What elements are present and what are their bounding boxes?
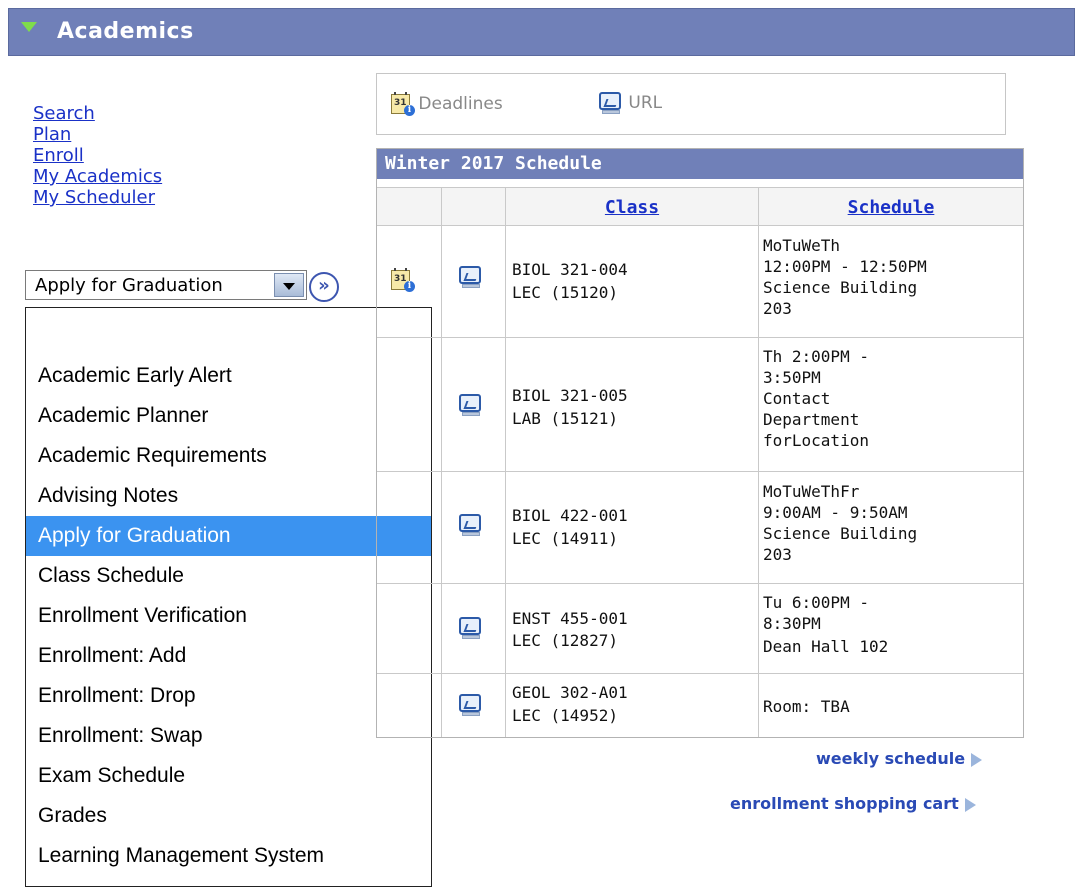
nav-link-my-scheduler[interactable]: My Scheduler [33, 187, 162, 208]
nav-link-plan[interactable]: Plan [33, 124, 162, 145]
chevron-down-icon[interactable] [274, 273, 304, 297]
class-name: BIOL 422-001 [512, 506, 628, 525]
class-section: LEC (15120) [512, 283, 618, 302]
schedule-line: Science Building [763, 278, 918, 297]
arrow-right-icon [964, 797, 976, 812]
schedule-line: Contact [763, 389, 831, 408]
section-title: Academics [57, 19, 194, 44]
deadlines-button[interactable]: i Deadlines [391, 92, 503, 116]
shopping-cart-link[interactable]: enrollment shopping cart [730, 794, 976, 813]
schedule-line: Department [763, 410, 860, 429]
computer-monitor-icon[interactable] [459, 266, 483, 288]
table-row: BIOL 321-005 LAB (15121) Th 2:00PM - 3:5… [377, 337, 1023, 471]
dropdown-option[interactable]: Enrollment Verification [26, 596, 431, 636]
nav-link-enroll[interactable]: Enroll [33, 145, 162, 166]
collapse-triangle-icon[interactable] [21, 22, 37, 32]
class-name: BIOL 321-005 [512, 386, 628, 405]
academics-header[interactable]: Academics [8, 8, 1075, 56]
nav-link-my-academics[interactable]: My Academics [33, 166, 162, 187]
class-name: GEOL 302-A01 [512, 683, 628, 702]
class-column-header[interactable]: Class [605, 197, 659, 218]
schedule-line: MoTuWeThFr [763, 482, 860, 501]
calendar-info-icon: i [391, 92, 415, 116]
class-section: LEC (14911) [512, 529, 618, 548]
dropdown-option[interactable]: Academic Early Alert [26, 356, 431, 396]
weekly-schedule-label: weekly schedule [816, 749, 966, 768]
schedule-line: 203 [763, 545, 792, 564]
class-name: ENST 455-001 [512, 609, 628, 628]
toolbar: i Deadlines URL [376, 73, 1006, 135]
other-academic-select[interactable]: Apply for Graduation [25, 270, 307, 300]
schedule-line: 3:50PM [763, 368, 821, 387]
dropdown-option[interactable]: Enrollment: Add [26, 636, 431, 676]
dropdown-option[interactable]: Academic Planner [26, 396, 431, 436]
schedule-line: 9:00AM - 9:50AM [763, 503, 908, 522]
schedule-line: 8:30PM [763, 614, 821, 633]
schedule-line: Th 2:00PM - [763, 347, 869, 366]
table-row: i BIOL 321-004 LEC (15120) MoTuWeTh 12:0… [377, 225, 1023, 337]
computer-monitor-icon [599, 92, 623, 114]
dropdown-option[interactable]: Advising Notes [26, 476, 431, 516]
schedule-line: Dean Hall 102 [763, 637, 889, 656]
computer-monitor-icon[interactable] [459, 694, 483, 716]
table-row: GEOL 302-A01 LEC (14952) Room: TBA [377, 673, 1023, 737]
deadlines-label: Deadlines [418, 94, 503, 114]
calendar-info-icon[interactable]: i [391, 268, 415, 292]
select-dropdown-list[interactable]: Academic Early Alert Academic Planner Ac… [25, 307, 432, 887]
schedule-line: forLocation [763, 431, 869, 450]
class-section: LEC (12827) [512, 631, 618, 650]
table-header-row: Class Schedule [377, 187, 1023, 225]
schedule-table: Winter 2017 Schedule Class Schedule i BI… [376, 148, 1024, 738]
dropdown-option[interactable]: Enrollment: Drop [26, 676, 431, 716]
weekly-schedule-link[interactable]: weekly schedule [816, 749, 983, 768]
url-button[interactable]: URL [599, 92, 662, 114]
class-section: LEC (14952) [512, 706, 618, 725]
go-button[interactable]: » [309, 272, 339, 302]
computer-monitor-icon[interactable] [459, 514, 483, 536]
dropdown-option[interactable]: Exam Schedule [26, 756, 431, 796]
dropdown-option[interactable]: Enrollment: Swap [26, 716, 431, 756]
dropdown-option-blank[interactable] [26, 316, 431, 356]
schedule-column-header[interactable]: Schedule [848, 197, 935, 218]
schedule-line: 203 [763, 299, 792, 318]
class-section: LAB (15121) [512, 409, 618, 428]
dropdown-option[interactable]: Learning Management System [26, 836, 431, 876]
schedule-line: Science Building [763, 524, 918, 543]
dropdown-option[interactable]: Class Schedule [26, 556, 431, 596]
arrow-right-icon [971, 752, 983, 767]
nav-link-search[interactable]: Search [33, 103, 162, 124]
class-name: BIOL 321-004 [512, 260, 628, 279]
nav-links: Search Plan Enroll My Academics My Sched… [33, 103, 162, 208]
table-row: ENST 455-001 LEC (12827) Tu 6:00PM - 8:3… [377, 583, 1023, 673]
select-value: Apply for Graduation [35, 275, 223, 296]
dropdown-option[interactable]: Academic Requirements [26, 436, 431, 476]
schedule-title: Winter 2017 Schedule [377, 149, 1023, 179]
dropdown-option-selected[interactable]: Apply for Graduation [26, 516, 431, 556]
url-label: URL [628, 93, 663, 113]
computer-monitor-icon[interactable] [459, 394, 483, 416]
schedule-line: 12:00PM - 12:50PM [763, 257, 927, 276]
schedule-line: Tu 6:00PM - [763, 593, 869, 612]
schedule-line: Room: TBA [763, 697, 850, 716]
shopping-cart-label: enrollment shopping cart [730, 794, 959, 813]
dropdown-option[interactable]: Grades [26, 796, 431, 836]
schedule-line: MoTuWeTh [763, 236, 841, 255]
table-row: BIOL 422-001 LEC (14911) MoTuWeThFr 9:00… [377, 471, 1023, 583]
computer-monitor-icon[interactable] [459, 617, 483, 639]
